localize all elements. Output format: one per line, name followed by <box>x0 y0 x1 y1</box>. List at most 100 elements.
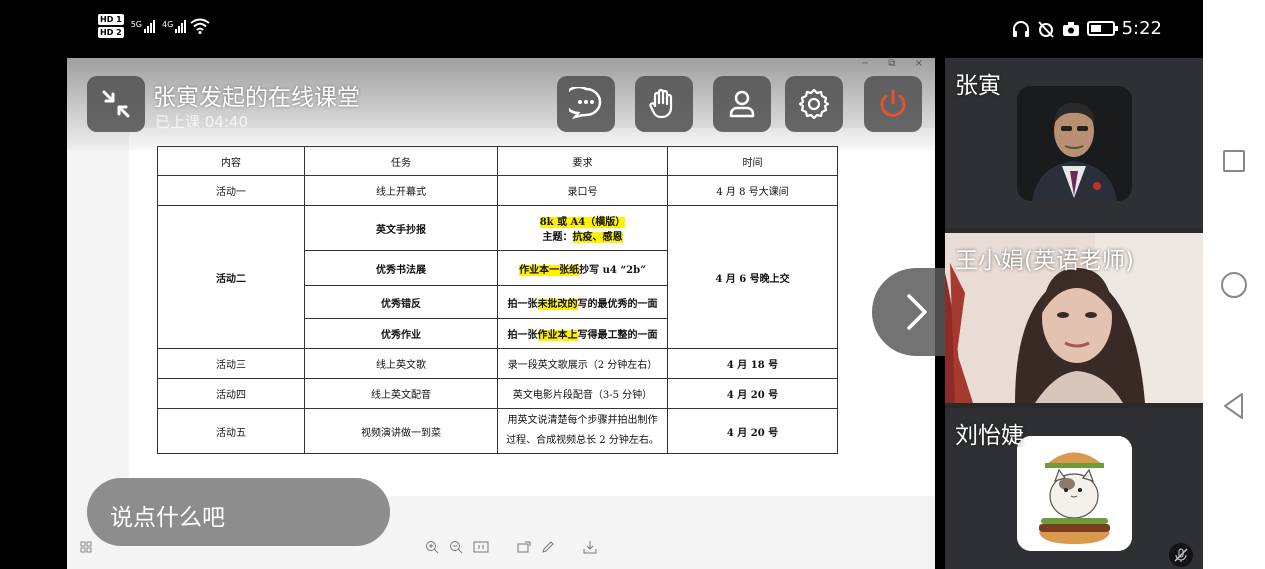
table-cell: 4 月 20 号 <box>667 408 838 454</box>
next-page-button[interactable] <box>872 268 952 356</box>
table-row: 活动五 视频演讲做一到菜 用英文说清楚每个步骤并拍出制作 过程、合成视频总长 2… <box>157 408 838 454</box>
table-cell: 线上英文歌 <box>304 348 498 379</box>
table-row: 活动三 线上英文歌 录一段英文歌展示（2 分钟左右） 4 月 18 号 <box>157 348 838 379</box>
user-icon <box>729 90 755 118</box>
highlighted-text: 未批改的 <box>537 298 578 310</box>
highlighted-text: 8k 或 A4（横版） <box>539 217 626 228</box>
participant-name: 刘怡婕 <box>955 423 1024 449</box>
avatar <box>1017 86 1132 201</box>
cell-text: 过程、合成视频总长 2 分钟左右。 <box>506 435 659 446</box>
back-button[interactable] <box>1222 392 1246 420</box>
table-cell: 活动二 <box>157 205 305 349</box>
participant-name: 张寅 <box>955 73 1001 99</box>
rotate-icon[interactable] <box>517 540 531 554</box>
cell-text: 拍一张 <box>507 330 538 341</box>
chat-input[interactable]: 说点什么吧 <box>87 478 390 546</box>
fit-page-icon[interactable] <box>473 540 489 554</box>
table-cell: 优秀书法展 <box>304 250 498 286</box>
table-cell: 线上英文配音 <box>304 378 498 409</box>
cell-text: 用英文说清楚每个步骤并拍出制作 <box>507 415 658 426</box>
participant-name: 王小娟(英语老师) <box>955 248 1134 274</box>
alarm-off-icon <box>1037 20 1054 38</box>
network-type-1: 5G <box>130 19 142 29</box>
home-button[interactable] <box>1221 272 1247 298</box>
cell-text: 抄写 u4 “2b” <box>579 264 646 276</box>
table-row: 活动四 线上英文配音 英文电影片段配音（3-5 分钟） 4 月 20 号 <box>157 378 838 409</box>
battery-icon <box>1086 21 1118 36</box>
table-cell: 4 月 18 号 <box>667 348 838 379</box>
signal-icon: 5G <box>130 19 155 33</box>
elapsed-time: 已上课 04:40 <box>155 113 248 131</box>
clock: 5:22 <box>1121 18 1162 39</box>
settings-icon <box>798 88 830 120</box>
classroom-title: 张寅发起的在线课堂 <box>153 85 360 111</box>
network-type-2: 4G <box>161 19 174 29</box>
chevron-right-icon <box>907 294 927 330</box>
participant-tile[interactable]: 刘怡婕 <box>945 408 1203 569</box>
participant-tile[interactable]: 王小娟(英语老师) <box>945 233 1203 403</box>
table-cell: 活动五 <box>157 408 305 454</box>
column-header: 内容 <box>157 146 305 176</box>
document-toolbar <box>425 540 597 554</box>
table-cell: 8k 或 A4（横版） 主题：抗疫、感恩 <box>497 205 668 251</box>
zoom-in-icon[interactable] <box>425 540 439 554</box>
raise-hand-icon <box>649 88 673 119</box>
cell-text: 写得最工整的一面 <box>577 330 658 341</box>
hd-badge-2: HD 2 <box>98 27 124 38</box>
chat-button[interactable] <box>557 76 615 132</box>
signal-icon-2: 4G <box>161 19 187 33</box>
raise-hand-button[interactable] <box>635 76 693 132</box>
highlighted-text: 抗疫、感恩 <box>572 232 623 243</box>
collapse-arrows-icon <box>102 90 130 118</box>
chat-icon <box>569 87 602 120</box>
table-cell: 英文电影片段配音（3-5 分钟） <box>497 378 668 409</box>
table-cell: 录一段英文歌展示（2 分钟左右） <box>497 348 668 379</box>
table-cell: 作业本一张纸抄写 u4 “2b” <box>497 250 668 286</box>
cell-text: 主题： <box>542 232 573 243</box>
column-header: 时间 <box>667 146 838 176</box>
camera-icon <box>1062 21 1079 36</box>
class-header: 张寅发起的在线课堂 已上课 04:40 <box>67 58 935 150</box>
column-header: 要求 <box>497 146 668 176</box>
table-cell: 4 月 6 号晚上交 <box>667 205 838 349</box>
hd-badge-1: HD 1 <box>98 14 124 25</box>
grid-icon[interactable] <box>80 541 92 553</box>
wifi-icon <box>190 18 210 34</box>
table-cell: 活动三 <box>157 348 305 379</box>
leave-class-button[interactable] <box>864 76 922 132</box>
pen-icon[interactable] <box>541 540 555 554</box>
status-bar: HD 1 HD 2 5G 4G 5:22 <box>0 0 1200 58</box>
table-cell: 4 月 8 号大课间 <box>667 175 838 206</box>
activity-table: 内容 任务 要求 时间 活动一 线上开幕式 录口号 4 月 8 号大课间 活动二… <box>157 146 838 454</box>
table-row: 活动二 英文手抄报 8k 或 A4（横版） 主题：抗疫、感恩 4 月 6 号晚上… <box>157 205 838 349</box>
participant-tile[interactable]: 张寅 <box>945 58 1203 228</box>
table-cell: 拍一张未批改的写的最优秀的一面 <box>497 285 668 319</box>
table-cell: 4 月 20 号 <box>667 378 838 409</box>
avatar-photo <box>1017 86 1132 201</box>
cell-text: 写的最优秀的一面 <box>577 298 658 310</box>
avatar <box>1017 436 1132 551</box>
recent-apps-button[interactable] <box>1223 150 1245 172</box>
table-cell: 用英文说清楚每个步骤并拍出制作 过程、合成视频总长 2 分钟左右。 <box>497 408 668 454</box>
highlighted-text: 作业本上 <box>537 330 578 341</box>
participants-panel: 张寅 王小娟(英语老师) 刘怡婕 <box>945 58 1203 569</box>
table-cell: 优秀错反 <box>304 285 498 319</box>
table-cell: 活动四 <box>157 378 305 409</box>
column-header: 任务 <box>304 146 498 176</box>
settings-button[interactable] <box>785 76 843 132</box>
table-cell: 英文手抄报 <box>304 205 498 251</box>
table-cell: 优秀作业 <box>304 318 498 349</box>
members-button[interactable] <box>713 76 771 132</box>
table-row: 活动一 线上开幕式 录口号 4 月 8 号大课间 <box>157 175 838 206</box>
headphones-icon <box>1012 20 1029 37</box>
highlighted-text: 作业本一张纸 <box>519 264 580 276</box>
avatar-cat-burger <box>1017 436 1132 551</box>
table-header-row: 内容 任务 要求 时间 <box>157 146 838 176</box>
table-cell: 拍一张作业本上写得最工整的一面 <box>497 318 668 349</box>
table-cell: 视频演讲做一到菜 <box>304 408 498 454</box>
download-icon[interactable] <box>583 540 597 554</box>
minimize-button[interactable] <box>87 76 145 132</box>
table-cell: 线上开幕式 <box>304 175 498 206</box>
table-cell: 录口号 <box>497 175 668 206</box>
zoom-out-icon[interactable] <box>449 540 463 554</box>
